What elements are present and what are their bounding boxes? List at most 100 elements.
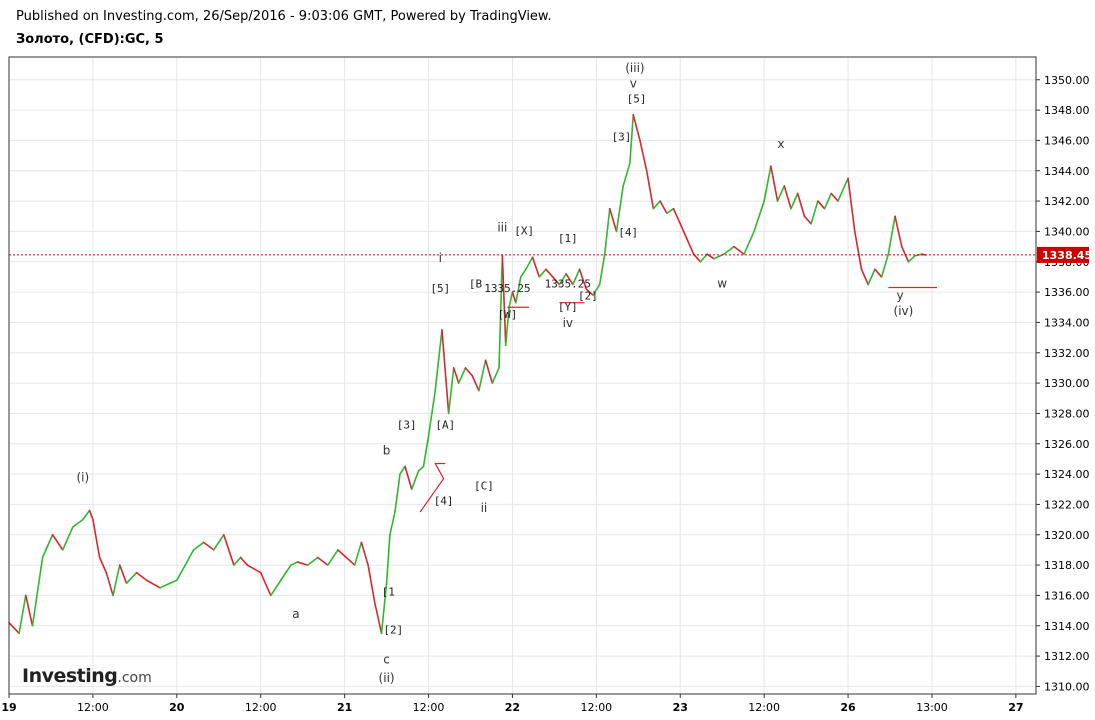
price-segment — [222, 533, 235, 566]
price-segment — [105, 571, 114, 597]
wave-label: c — [383, 653, 390, 667]
price-segment — [41, 533, 54, 559]
price-segment — [184, 549, 195, 566]
y-tick-label: 1340.00 — [1044, 225, 1090, 238]
price-segment — [306, 556, 319, 566]
x-tick-label: 12:00 — [413, 701, 445, 714]
wave-label: [X] — [514, 224, 534, 237]
price-segment — [337, 549, 346, 557]
investing-logo: Investing.com — [22, 665, 152, 687]
price-segment — [457, 367, 467, 384]
price-segment — [622, 162, 631, 187]
price-segment — [125, 571, 138, 585]
price-segment — [907, 254, 916, 263]
price-segment — [360, 541, 369, 566]
y-tick-label: 1316.00 — [1044, 589, 1090, 602]
x-tick-label: 19 — [1, 701, 16, 714]
wave-label: (ii) — [379, 671, 395, 685]
price-segment — [233, 556, 242, 566]
wave-label: [5] — [627, 93, 647, 106]
x-tick-label: 12:00 — [77, 701, 109, 714]
price-segment — [672, 207, 682, 225]
price-segment — [598, 253, 606, 286]
wave-label: i — [439, 251, 442, 265]
y-tick-label: 1324.00 — [1044, 468, 1090, 481]
price-segment — [531, 256, 541, 278]
price-segment — [817, 200, 826, 210]
wave-label: w — [717, 277, 727, 291]
price-chart[interactable]: (i)abc(ii)[3][1[2][4][A][5]iiii[B 1335.25… — [0, 0, 1095, 720]
price-segment — [484, 359, 494, 384]
price-segment — [374, 602, 383, 635]
y-tick-label: 1314.00 — [1044, 620, 1090, 633]
wave-label: [2] — [383, 623, 403, 636]
wave-label: [5] — [430, 282, 450, 295]
logo-text: Investing — [22, 665, 118, 687]
wave-label: [3] — [397, 419, 417, 432]
grid — [8, 57, 1036, 694]
price-segment — [269, 579, 282, 597]
x-tick-label: 13:00 — [916, 701, 948, 714]
wave-label: (i) — [76, 471, 89, 485]
y-tick-label: 1344.00 — [1044, 165, 1090, 178]
price-segment — [367, 564, 376, 604]
price-segment — [880, 253, 890, 278]
price-segment — [652, 200, 661, 210]
x-tick-label: 12:00 — [580, 701, 612, 714]
x-tick-label: 23 — [673, 701, 688, 714]
price-segment — [632, 113, 641, 142]
price-segment — [422, 435, 430, 468]
price-segment — [118, 564, 128, 585]
price-segment — [404, 465, 413, 491]
price-segment — [353, 541, 363, 566]
wave-label: [4] — [618, 226, 638, 239]
x-tick-label: 21 — [337, 701, 352, 714]
price-segment — [394, 473, 401, 513]
price-segment — [525, 256, 534, 271]
price-segment — [169, 579, 178, 585]
price-segment — [478, 359, 487, 392]
price-segment — [8, 621, 20, 635]
y-tick-label: 1326.00 — [1044, 438, 1090, 451]
price-segment — [18, 594, 27, 635]
x-tick-label: 12:00 — [245, 701, 277, 714]
price-segment — [753, 200, 765, 233]
y-tick-label: 1320.00 — [1044, 529, 1090, 542]
price-segment — [441, 329, 450, 415]
price-segment — [135, 571, 148, 582]
y-tick-label: 1322.00 — [1044, 498, 1090, 511]
price-segment — [82, 509, 91, 521]
y-tick-label: 1318.00 — [1044, 559, 1090, 572]
price-segment — [212, 533, 225, 551]
price-segment — [810, 200, 819, 225]
x-tick-label: 20 — [169, 701, 185, 714]
price-segment — [71, 518, 84, 528]
wave-label: [1 — [382, 585, 395, 598]
price-segment — [867, 268, 876, 286]
price-segment — [733, 245, 745, 255]
price-segment — [887, 215, 896, 255]
y-tick-label: 1348.00 — [1044, 104, 1090, 117]
wave-label: [C] — [474, 479, 494, 492]
price-segment — [639, 139, 648, 172]
price-segment — [246, 564, 262, 574]
price-segment — [659, 200, 668, 215]
price-segment — [88, 509, 94, 521]
y-tick-label: 1312.00 — [1044, 650, 1090, 663]
price-segment — [608, 207, 618, 233]
price-segment — [31, 556, 44, 627]
price-segment — [399, 465, 406, 475]
wave-label: [4] — [434, 494, 454, 507]
wave-label: (iv) — [894, 304, 914, 318]
price-segment — [159, 582, 171, 589]
wave-label: b — [383, 443, 391, 457]
wave-label: [2] — [578, 290, 598, 303]
logo-suffix: .com — [117, 670, 152, 686]
y-axis: 1310.00 1312.00 1314.00 1316.00 1318.00 1320.… — [1036, 74, 1090, 693]
wave-label: [B — [469, 278, 483, 291]
price-segment — [61, 526, 74, 551]
y-tick-label: 1346.00 — [1044, 134, 1090, 147]
price-segment — [239, 556, 249, 566]
price-segment — [464, 367, 473, 377]
wave-label: (iii) — [625, 61, 644, 75]
